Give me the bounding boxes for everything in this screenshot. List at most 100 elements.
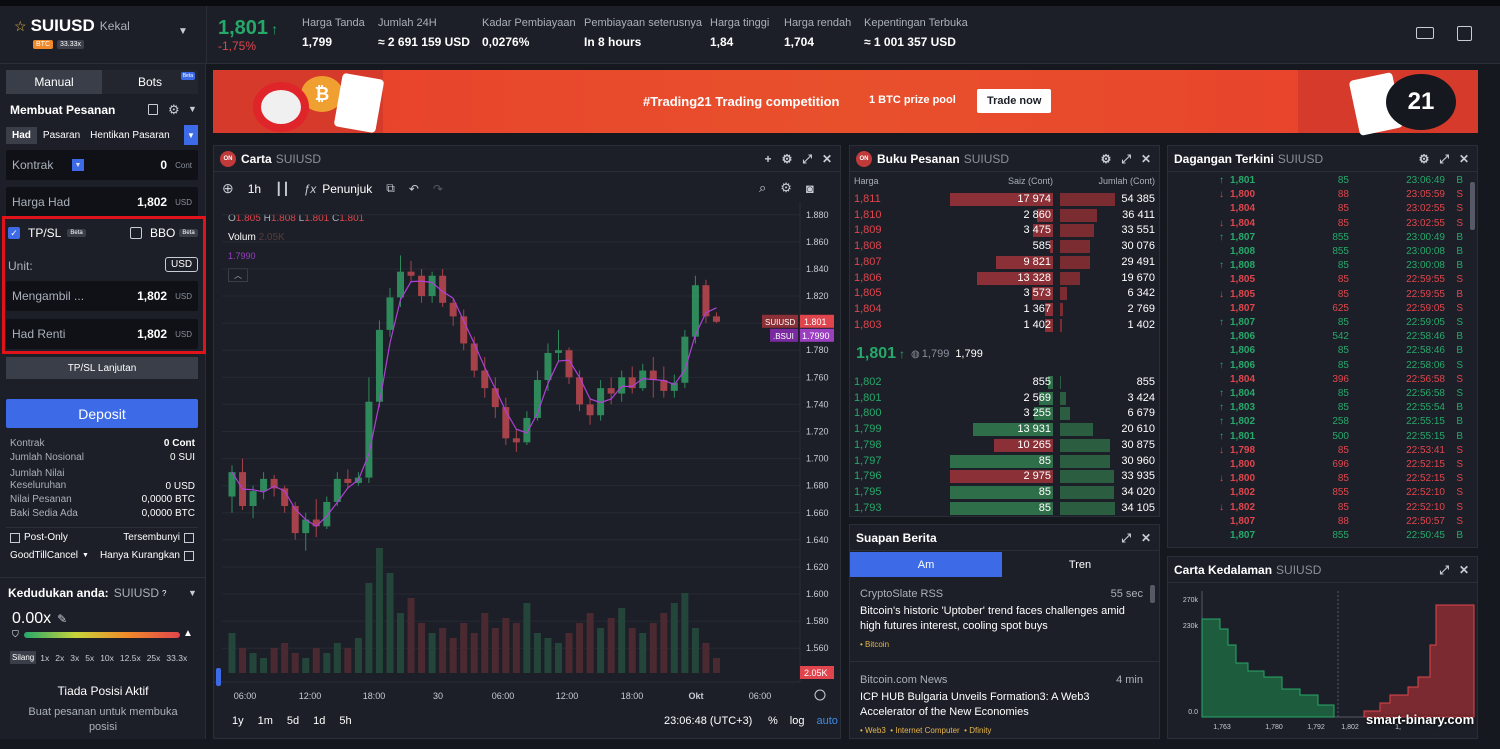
plus-icon[interactable]: + (765, 152, 772, 167)
close-icon[interactable]: ✕ (1459, 152, 1469, 167)
expand-icon[interactable]: ⤢ (1121, 152, 1131, 167)
gear-icon[interactable]: ⚙ (1419, 152, 1430, 167)
ask-row[interactable]: 1,804 1 367 2 769 (850, 302, 1159, 317)
candle-type-icon[interactable]: ┃┃ (275, 182, 289, 196)
tab-bots[interactable]: Bots Beta (102, 70, 198, 94)
tab-stop-market[interactable]: Hentikan Pasaran (86, 127, 174, 144)
percent-scale-button[interactable]: % (768, 715, 778, 727)
post-only-option[interactable]: Post-Only (10, 532, 68, 543)
range-button[interactable]: 5h (339, 715, 351, 727)
checkbox-icon[interactable] (130, 227, 142, 239)
leverage-preset[interactable]: 12.5x (120, 653, 141, 663)
leverage-preset[interactable]: 33.3x (166, 653, 187, 663)
news-item[interactable]: CryptoSlate RSS 55 sec Bitcoin's historic … (850, 583, 1159, 663)
gear-icon[interactable]: ⚙ (168, 102, 180, 118)
stop-loss-input[interactable]: Had Renti 1,802 USD (6, 319, 198, 349)
tpsl-toggle[interactable]: ✓ TP/SL Beta (8, 226, 86, 240)
range-button[interactable]: 1m (258, 715, 273, 727)
layout-icon[interactable] (1457, 26, 1472, 41)
trades-scrollbar[interactable] (1470, 182, 1475, 230)
reduce-only-option[interactable]: Hanya Kurangkan (100, 550, 194, 561)
expand-icon[interactable]: ⤢ (1439, 563, 1449, 578)
tab-trending[interactable]: Tren (1002, 552, 1158, 577)
symbol-selector[interactable]: ☆ SUIUSD Kekal (14, 16, 130, 36)
tab-market[interactable]: Pasaran (37, 127, 86, 144)
close-icon[interactable]: ✕ (1141, 531, 1151, 546)
leverage-preset[interactable]: 1x (40, 653, 49, 663)
info-icon[interactable]: ? (162, 589, 166, 598)
leverage-slider[interactable] (24, 632, 180, 638)
star-icon[interactable]: ☆ (14, 18, 27, 35)
bid-row[interactable]: 1,797 85 30 960 (850, 454, 1159, 469)
leverage-preset[interactable]: 5x (85, 653, 94, 663)
ask-row[interactable]: 1,810 2 860 36 411 (850, 208, 1159, 223)
camera-icon[interactable]: ◙ (806, 181, 814, 196)
cross-margin-button[interactable]: Silang (10, 651, 37, 664)
checkbox-icon[interactable] (10, 532, 20, 543)
gear-icon[interactable]: ⚙ (782, 152, 793, 167)
news-headline[interactable]: Bitcoin's historic 'Uptober' trend faces… (860, 604, 1143, 634)
checkbox-checked-icon[interactable]: ✓ (8, 227, 20, 239)
checkbox-icon[interactable] (184, 550, 194, 561)
ask-row[interactable]: 1,809 3 475 33 551 (850, 223, 1159, 238)
contract-input[interactable]: Kontrak ▼ 0 Cont (6, 150, 198, 180)
range-button[interactable]: 1y (232, 715, 244, 727)
log-scale-button[interactable]: log (790, 715, 805, 727)
leverage-preset[interactable]: 10x (100, 653, 114, 663)
price-chart[interactable]: 1.8801.8601.8401.8201.8001.7801.7601.740… (214, 202, 840, 708)
scroll-handle[interactable] (216, 668, 221, 686)
gear-icon[interactable]: ⚙ (1101, 152, 1112, 167)
add-circle-icon[interactable]: ⊕ (222, 180, 234, 197)
bid-row[interactable]: 1,799 13 931 20 610 (850, 422, 1159, 437)
ask-row[interactable]: 1,805 3 573 6 342 (850, 286, 1159, 301)
undo-icon[interactable]: ↶ (409, 182, 419, 196)
time-settings-icon[interactable] (814, 689, 826, 701)
time-in-force-select[interactable]: GoodTillCancel ▼ (10, 550, 89, 561)
bid-row[interactable]: 1,798 10 265 30 875 (850, 438, 1159, 453)
ask-row[interactable]: 1,803 1 402 1 402 (850, 318, 1159, 333)
hidden-option[interactable]: Tersembunyi (123, 532, 194, 543)
news-headline[interactable]: ICP HUB Bulgaria Unveils Formation3: A W… (860, 690, 1143, 720)
leverage-preset[interactable]: 25x (147, 653, 161, 663)
auto-scale-button[interactable]: auto (816, 715, 837, 727)
deposit-button[interactable]: Deposit (6, 399, 198, 428)
keyboard-icon[interactable] (1416, 27, 1434, 39)
close-icon[interactable]: ✕ (822, 152, 832, 167)
leverage-preset[interactable]: 3x (70, 653, 79, 663)
expand-icon[interactable]: ⤢ (1121, 531, 1131, 546)
zoom-icon[interactable]: ⌕ (759, 180, 766, 196)
bid-row[interactable]: 1,801 2 569 3 424 (850, 391, 1159, 406)
leverage-preset[interactable]: 2x (55, 653, 64, 663)
chevron-down-icon[interactable]: ▼ (188, 588, 197, 598)
bid-row[interactable]: 1,795 85 34 020 (850, 485, 1159, 500)
pencil-icon[interactable]: ✎ (57, 612, 67, 626)
news-scrollbar[interactable] (1150, 585, 1155, 603)
unit-selector[interactable]: USD (165, 257, 199, 272)
ask-row[interactable]: 1,811 17 974 54 385 (850, 192, 1159, 207)
advanced-tpsl-button[interactable]: TP/SL Lanjutan (6, 357, 198, 379)
checkbox-icon[interactable] (184, 532, 194, 543)
chevron-down-icon[interactable]: ▼ (188, 104, 197, 114)
bid-row[interactable]: 1,796 2 975 33 935 (850, 469, 1159, 484)
indicators-button[interactable]: ƒx Penunjuk (304, 182, 373, 196)
range-button[interactable]: 5d (287, 715, 299, 727)
calculator-icon[interactable] (148, 104, 158, 115)
close-icon[interactable]: ✕ (1141, 152, 1151, 167)
ask-row[interactable]: 1,806 13 328 19 670 (850, 271, 1159, 286)
contract-dropdown[interactable]: ▼ (72, 159, 84, 171)
promo-banner[interactable]: ₿ #Trading21 Trading competition 1 BTC p… (213, 70, 1478, 136)
interval-selector[interactable]: 1h (248, 182, 261, 196)
tab-manual[interactable]: Manual (6, 70, 102, 94)
popout-icon[interactable]: ⧉ (386, 181, 395, 196)
range-button[interactable]: 1d (313, 715, 325, 727)
tab-limit[interactable]: Had (6, 126, 37, 144)
expand-icon[interactable]: ⤢ (1439, 152, 1449, 167)
take-profit-input[interactable]: Mengambil ... 1,802 USD (6, 281, 198, 311)
bid-row[interactable]: 1,800 3 255 6 679 (850, 406, 1159, 421)
ask-row[interactable]: 1,808 585 30 076 (850, 239, 1159, 254)
bbo-toggle[interactable]: BBO Beta (130, 226, 198, 240)
bid-row[interactable]: 1,802 855 855 (850, 375, 1159, 390)
chevron-down-icon[interactable]: ▼ (178, 26, 188, 37)
ask-row[interactable]: 1,807 9 821 29 491 (850, 255, 1159, 270)
gear-icon[interactable]: ⚙ (780, 180, 792, 196)
